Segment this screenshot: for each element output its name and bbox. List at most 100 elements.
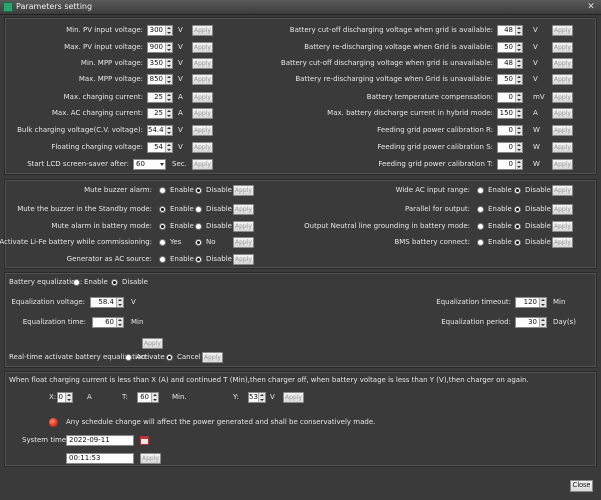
- spinner-arrows-icon[interactable]: [165, 126, 172, 135]
- equalization-enable-radio[interactable]: [73, 279, 80, 286]
- spinner-arrows-icon[interactable]: [65, 393, 72, 402]
- radio-option-1[interactable]: [159, 223, 166, 230]
- equalization-timeout-spinner[interactable]: 120: [515, 297, 547, 308]
- param-spinner[interactable]: 48: [497, 58, 523, 69]
- float-apply-button[interactable]: Apply: [283, 392, 304, 403]
- apply-button[interactable]: Apply: [552, 221, 573, 232]
- spinner-arrows-icon[interactable]: [515, 59, 522, 68]
- param-spinner[interactable]: 0: [497, 142, 523, 153]
- window-close-icon[interactable]: ✕: [585, 1, 597, 13]
- realtime-apply-button enabled[interactable]: Apply: [202, 352, 223, 363]
- apply-button enabled[interactable]: Apply: [233, 237, 254, 248]
- spinner-arrows-icon[interactable]: [515, 93, 522, 102]
- spinner-arrows-icon[interactable]: [515, 160, 522, 169]
- close-button[interactable]: Close: [570, 480, 593, 492]
- radio-option-1[interactable]: [159, 239, 166, 246]
- spinner-arrows-icon[interactable]: [165, 109, 172, 118]
- calendar-icon[interactable]: [140, 436, 149, 445]
- radio-option-1[interactable]: [159, 256, 166, 263]
- spinner-arrows-icon[interactable]: [258, 393, 265, 402]
- spinner-arrows-icon[interactable]: [539, 298, 546, 307]
- spinner-arrows-icon[interactable]: [515, 75, 522, 84]
- apply-button[interactable]: Apply: [552, 42, 573, 53]
- param-spinner[interactable]: 350: [147, 58, 173, 69]
- spinner-arrows-icon[interactable]: [165, 43, 172, 52]
- param-spinner[interactable]: 48: [497, 25, 523, 36]
- radio-option-2[interactable]: [514, 187, 521, 194]
- spinner-arrows-icon[interactable]: [151, 393, 158, 402]
- radio-option-1[interactable]: [159, 206, 166, 213]
- spinner-arrows-icon[interactable]: [515, 126, 522, 135]
- apply-button[interactable]: Apply: [192, 159, 213, 170]
- spinner-arrows-icon[interactable]: [165, 75, 172, 84]
- spinner-arrows-icon[interactable]: [165, 59, 172, 68]
- float-t-spinner[interactable]: 60: [137, 392, 159, 403]
- apply-button[interactable]: Apply: [192, 142, 213, 153]
- radio-option-2[interactable]: [514, 239, 521, 246]
- param-spinner[interactable]: 150: [497, 108, 523, 119]
- spinner-arrows-icon[interactable]: [116, 298, 123, 307]
- apply-button[interactable]: Apply: [552, 125, 573, 136]
- radio-option-1[interactable]: [477, 206, 484, 213]
- radio-option-1[interactable]: [477, 187, 484, 194]
- radio-option-2[interactable]: [195, 206, 202, 213]
- lcd-saver-select[interactable]: 60: [133, 159, 166, 170]
- realtime-cancel-radio[interactable]: [166, 354, 173, 361]
- apply-button[interactable]: Apply: [192, 58, 213, 69]
- apply-button[interactable]: Apply: [192, 92, 213, 103]
- spinner-arrows-icon[interactable]: [116, 318, 123, 327]
- apply-button[interactable]: Apply: [192, 125, 213, 136]
- apply-button[interactable]: Apply: [552, 58, 573, 69]
- apply-button enabled[interactable]: Apply: [233, 204, 254, 215]
- param-spinner[interactable]: 54.4: [147, 125, 173, 136]
- realtime-activate-radio[interactable]: [125, 354, 132, 361]
- radio-option-2[interactable]: [514, 223, 521, 230]
- apply-button[interactable]: Apply: [552, 25, 573, 36]
- spinner-arrows-icon[interactable]: [165, 93, 172, 102]
- radio-option-2[interactable]: [514, 206, 521, 213]
- param-spinner[interactable]: 0: [497, 125, 523, 136]
- radio-option-2[interactable]: [195, 239, 202, 246]
- spinner-arrows-icon[interactable]: [165, 143, 172, 152]
- param-spinner[interactable]: 54: [147, 142, 173, 153]
- apply-button[interactable]: Apply: [192, 25, 213, 36]
- float-y-spinner[interactable]: 53: [248, 392, 266, 403]
- apply-button[interactable]: Apply: [552, 204, 573, 215]
- equalization-voltage-spinner[interactable]: 58.4: [90, 297, 124, 308]
- equalization-disable-radio[interactable]: [111, 279, 118, 286]
- param-spinner[interactable]: 0: [497, 92, 523, 103]
- param-spinner[interactable]: 900: [147, 42, 173, 53]
- param-spinner[interactable]: 300: [147, 25, 173, 36]
- system-date-field[interactable]: 2022-09-11: [66, 435, 134, 446]
- radio-option-2[interactable]: [195, 256, 202, 263]
- param-spinner[interactable]: 50: [497, 74, 523, 85]
- radio-option-1[interactable]: [159, 187, 166, 194]
- equalization-apply-button[interactable]: Apply: [142, 338, 163, 349]
- apply-button[interactable]: Apply: [552, 185, 573, 196]
- apply-button[interactable]: Apply: [552, 142, 573, 153]
- param-spinner[interactable]: 0: [497, 159, 523, 170]
- spinner-arrows-icon[interactable]: [515, 109, 522, 118]
- equalization-period-spinner[interactable]: 30: [515, 317, 547, 328]
- apply-button[interactable]: Apply: [552, 159, 573, 170]
- apply-button[interactable]: Apply: [192, 42, 213, 53]
- param-spinner[interactable]: 25: [147, 108, 173, 119]
- system-time-apply-button enabled[interactable]: Apply: [140, 453, 161, 464]
- spinner-arrows-icon[interactable]: [165, 26, 172, 35]
- apply-button enabled[interactable]: Apply: [233, 185, 254, 196]
- radio-option-1[interactable]: [477, 239, 484, 246]
- equalization-time-spinner[interactable]: 60: [92, 317, 124, 328]
- apply-button enabled[interactable]: Apply: [233, 221, 254, 232]
- apply-button[interactable]: Apply: [552, 237, 573, 248]
- apply-button[interactable]: Apply: [552, 108, 573, 119]
- param-spinner[interactable]: 50: [497, 42, 523, 53]
- spinner-arrows-icon[interactable]: [515, 43, 522, 52]
- system-time-field[interactable]: 00:11:53: [66, 453, 134, 464]
- radio-option-1[interactable]: [477, 223, 484, 230]
- radio-option-2[interactable]: [195, 223, 202, 230]
- spinner-arrows-icon[interactable]: [515, 143, 522, 152]
- apply-button[interactable]: Apply: [192, 74, 213, 85]
- chevron-down-icon[interactable]: [160, 163, 164, 166]
- spinner-arrows-icon[interactable]: [539, 318, 546, 327]
- apply-button[interactable]: Apply: [192, 108, 213, 119]
